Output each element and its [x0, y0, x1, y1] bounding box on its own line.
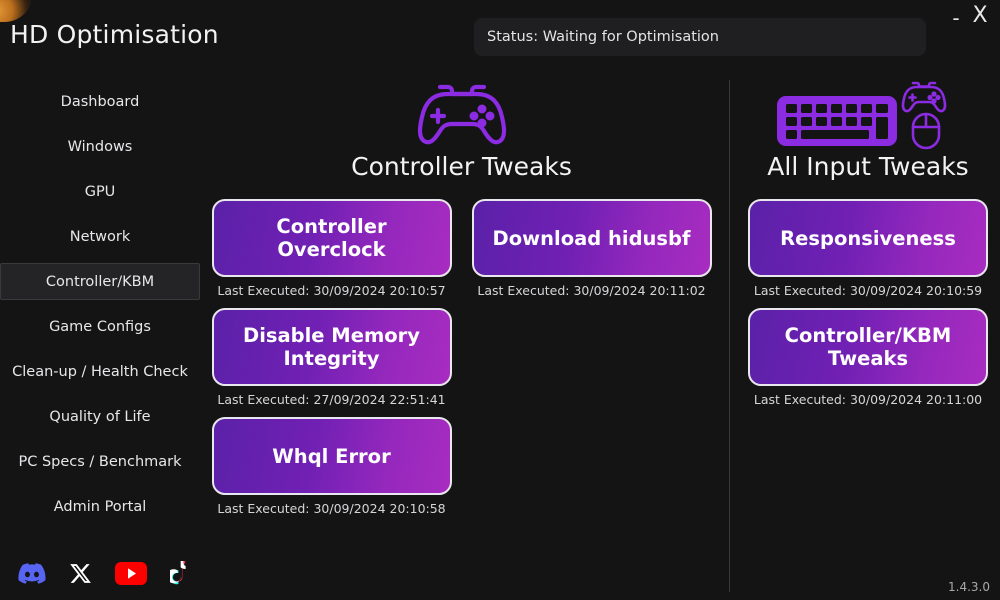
sidebar-item-pc-specs-benchmark[interactable]: PC Specs / Benchmark [0, 443, 200, 480]
title-bar: HD Optimisation Status: Waiting for Opti… [0, 0, 1000, 72]
social-links [16, 558, 196, 588]
application-window: HD Optimisation Status: Waiting for Opti… [0, 0, 1000, 600]
sidebar-item-controller-kbm[interactable]: Controller/KBM [0, 263, 200, 300]
app-title: HD Optimisation [10, 20, 219, 49]
disable-memory-integrity-last-executed: Last Executed: 27/09/2024 22:51:41 [217, 392, 446, 407]
section-divider [729, 80, 730, 592]
responsiveness-button[interactable]: Responsiveness [748, 199, 988, 277]
sidebar-item-quality-of-life[interactable]: Quality of Life [0, 398, 200, 435]
close-button[interactable]: X [968, 5, 992, 27]
controller-kbm-tweaks-button[interactable]: Controller/KBM Tweaks [748, 308, 988, 386]
controller-overclock-last-executed: Last Executed: 30/09/2024 20:10:57 [217, 283, 446, 298]
tiktok-icon[interactable] [165, 558, 196, 588]
discord-icon[interactable] [16, 558, 47, 588]
x-icon[interactable] [65, 558, 96, 588]
gamepad-icon [200, 72, 723, 148]
minimize-button[interactable]: - [944, 8, 968, 28]
sidebar-item-windows[interactable]: Windows [0, 128, 200, 165]
controller-tweaks-title: Controller Tweaks [351, 152, 572, 181]
sidebar-item-gpu[interactable]: GPU [0, 173, 200, 210]
whql-error-last-executed: Last Executed: 30/09/2024 20:10:58 [217, 501, 446, 516]
download-hidusbf-cell: Download hidusbf Last Executed: 30/09/20… [471, 199, 712, 299]
controller-tweaks-section: Controller Tweaks Controller Overclock L… [200, 72, 723, 526]
status-text: Status: Waiting for Optimisation [487, 29, 719, 45]
download-hidusbf-last-executed: Last Executed: 30/09/2024 20:11:02 [477, 283, 706, 298]
input-button-grid: Responsiveness Last Executed: 30/09/2024… [736, 199, 1000, 417]
controller-column-b: Download hidusbf Last Executed: 30/09/20… [471, 199, 712, 526]
sidebar-item-admin-portal[interactable]: Admin Portal [0, 488, 200, 525]
all-input-tweaks-title: All Input Tweaks [767, 152, 969, 181]
controller-overclock-button[interactable]: Controller Overclock [211, 199, 452, 277]
controller-kbm-tweaks-cell: Controller/KBM Tweaks Last Executed: 30/… [748, 308, 988, 408]
app-logo-icon [0, 0, 32, 22]
sidebar-item-cleanup-health-check[interactable]: Clean-up / Health Check [0, 353, 200, 390]
sidebar-item-game-configs[interactable]: Game Configs [0, 308, 200, 345]
sidebar-item-network[interactable]: Network [0, 218, 200, 255]
version-label: 1.4.3.0 [948, 580, 990, 594]
status-bar: Status: Waiting for Optimisation [474, 18, 926, 56]
disable-memory-integrity-cell: Disable Memory Integrity Last Executed: … [211, 308, 452, 408]
sidebar-item-dashboard[interactable]: Dashboard [0, 83, 200, 120]
responsiveness-last-executed: Last Executed: 30/09/2024 20:10:59 [753, 283, 983, 298]
responsiveness-cell: Responsiveness Last Executed: 30/09/2024… [748, 199, 988, 299]
whql-error-cell: Whql Error Last Executed: 30/09/2024 20:… [211, 417, 452, 517]
whql-error-button[interactable]: Whql Error [211, 417, 452, 495]
controller-kbm-tweaks-last-executed: Last Executed: 30/09/2024 20:11:00 [753, 392, 983, 407]
download-hidusbf-button[interactable]: Download hidusbf [471, 199, 712, 277]
controller-column-a: Controller Overclock Last Executed: 30/0… [211, 199, 452, 526]
keyboard-mouse-icon [736, 72, 1000, 150]
input-column-a: Responsiveness Last Executed: 30/09/2024… [748, 199, 988, 417]
youtube-icon[interactable] [114, 558, 147, 588]
controller-button-grid: Controller Overclock Last Executed: 30/0… [200, 199, 723, 526]
all-input-tweaks-section: All Input Tweaks Responsiveness Last Exe… [736, 72, 1000, 417]
main-content: Controller Tweaks Controller Overclock L… [200, 72, 1000, 600]
sidebar-nav-list: Dashboard Windows GPU Network Controller… [0, 79, 200, 529]
sidebar: Dashboard Windows GPU Network Controller… [0, 72, 200, 600]
disable-memory-integrity-button[interactable]: Disable Memory Integrity [211, 308, 452, 386]
controller-overclock-cell: Controller Overclock Last Executed: 30/0… [211, 199, 452, 299]
